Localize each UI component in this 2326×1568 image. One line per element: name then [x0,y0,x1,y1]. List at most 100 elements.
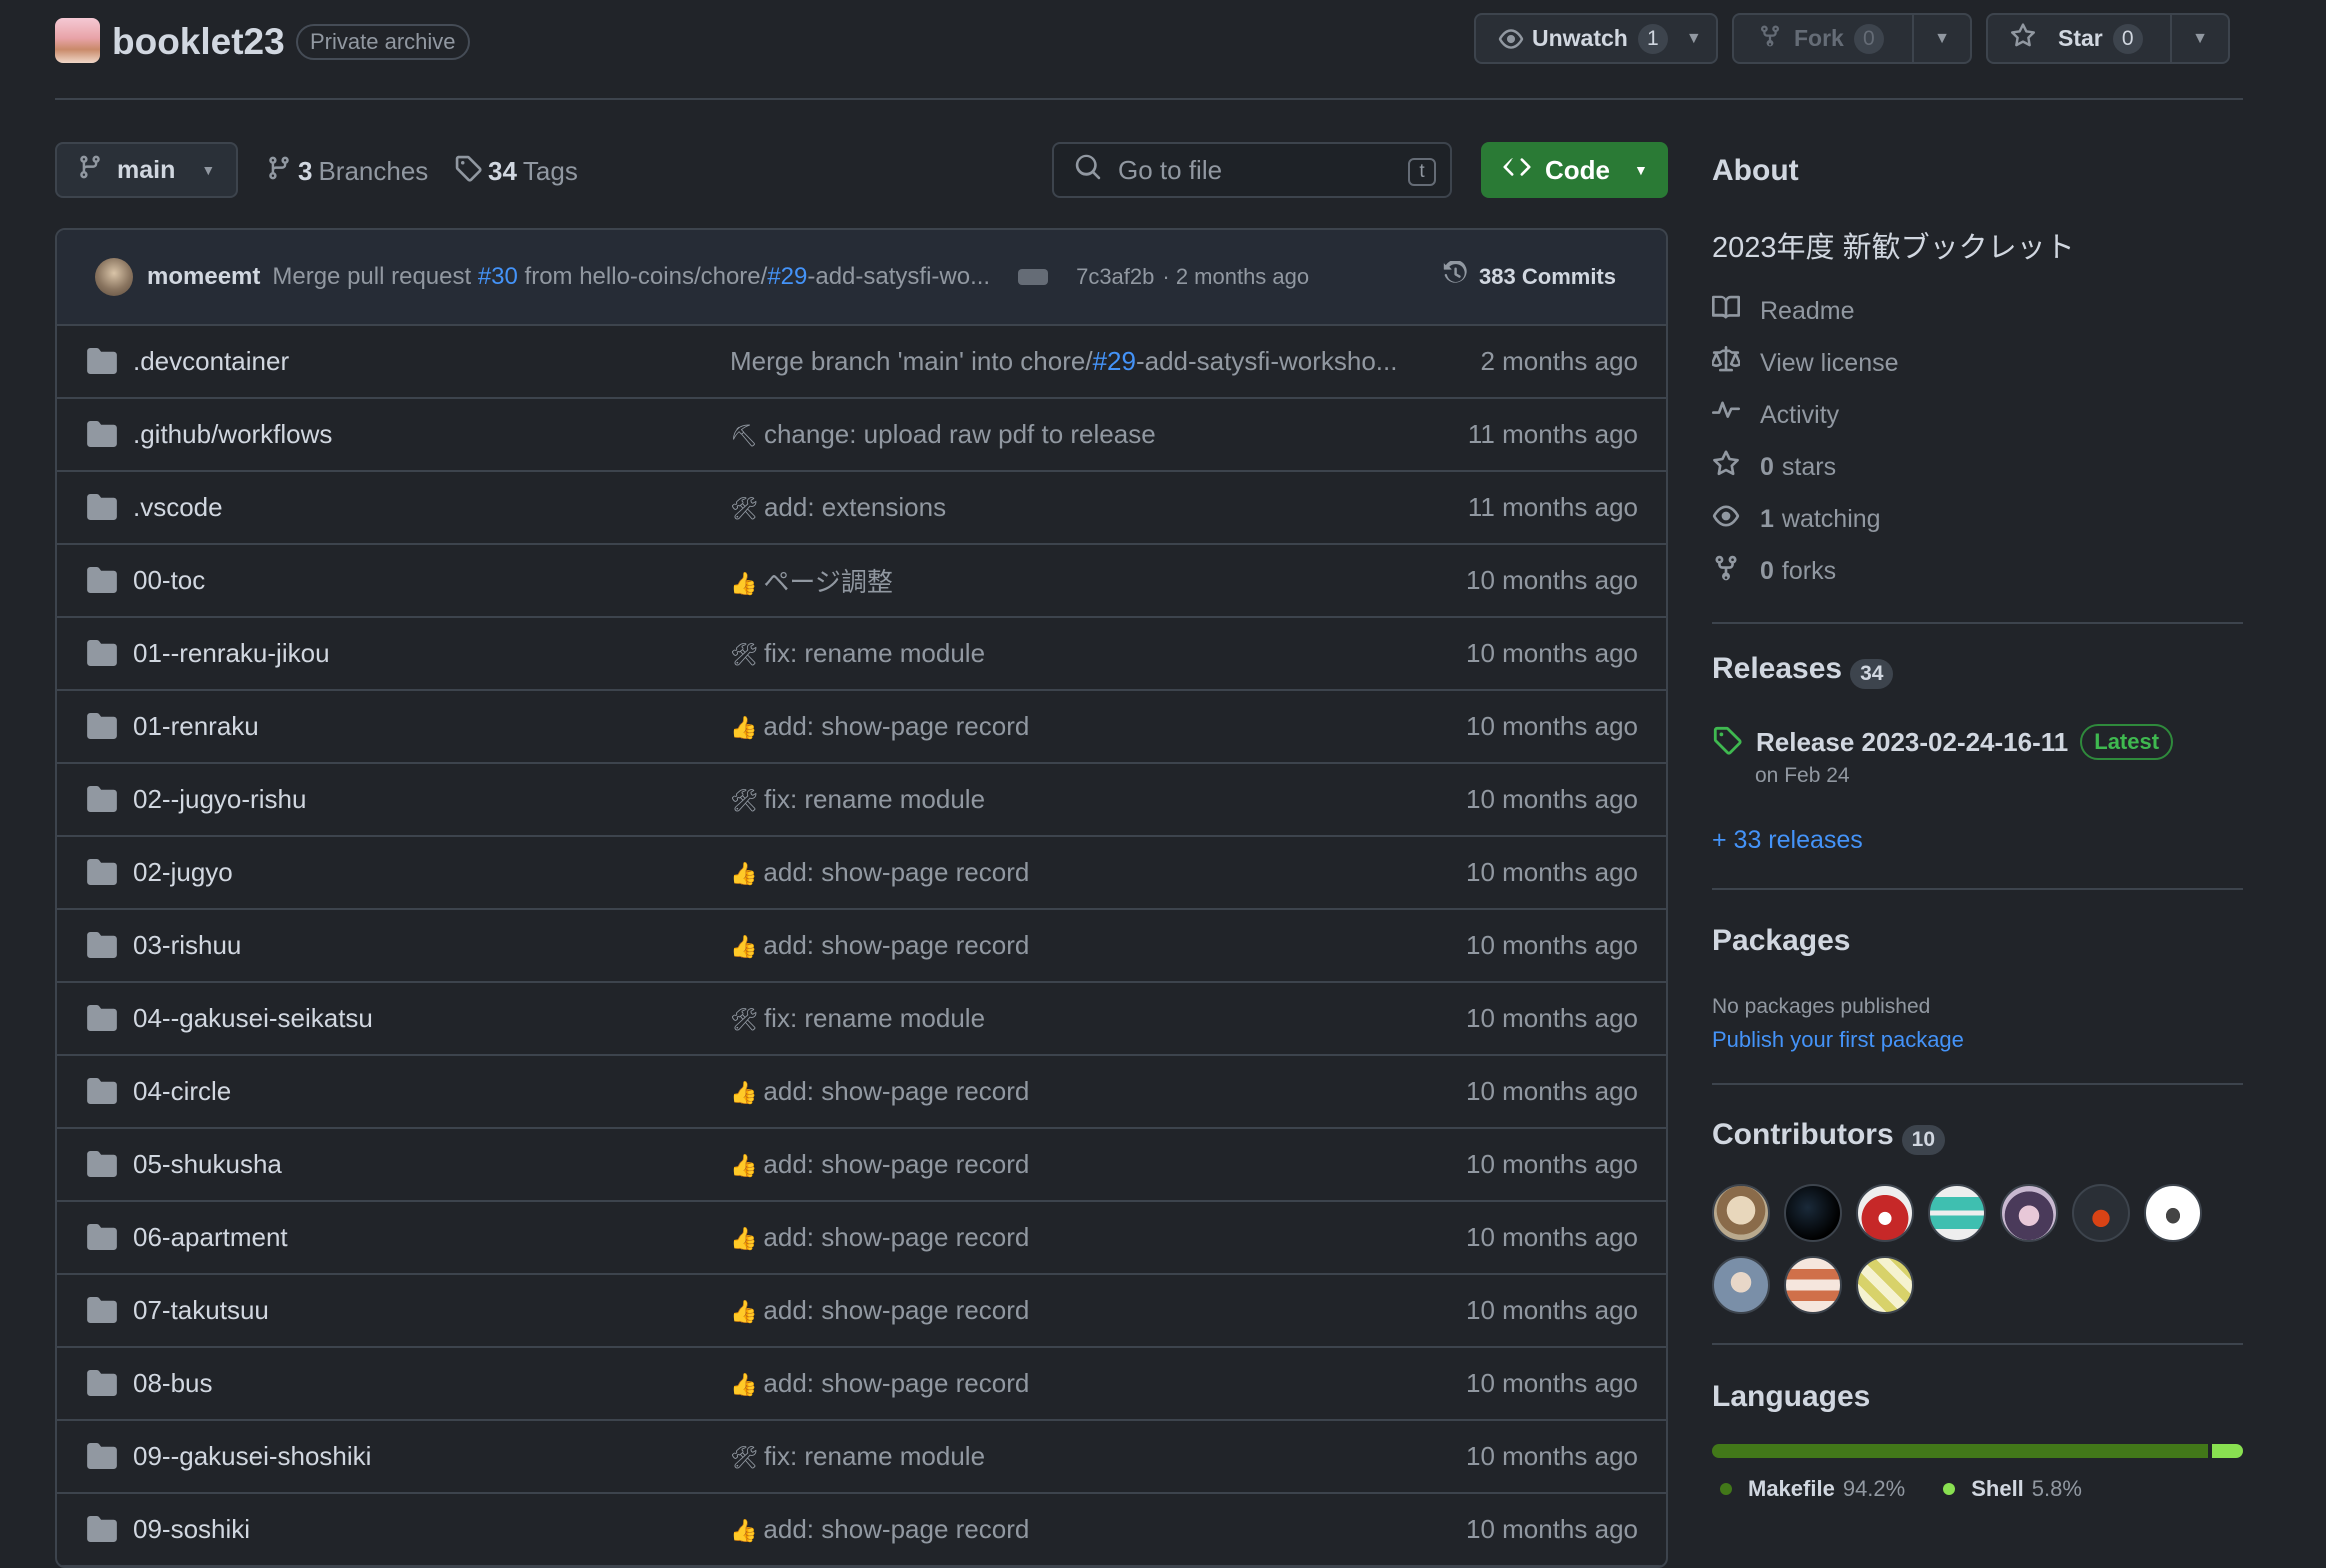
commit-message[interactable]: ⛏ change: upload raw pdf to release [730,419,1156,450]
commit-message[interactable]: 👍 add: show-page record [730,1514,1029,1545]
commit-author[interactable]: momeemt [147,263,260,291]
language-item[interactable]: Makefile 94.2% [1712,1476,1905,1502]
star-dropdown[interactable]: ▼ [2170,15,2228,62]
file-row[interactable]: 09-soshiki 👍 add: show-page record 10 month… [57,1494,1666,1566]
language-item[interactable]: Shell 5.8% [1935,1476,2082,1502]
file-row[interactable]: 01--renraku-jikou 🛠 fix: rename module 10 m… [57,618,1666,691]
contributor-avatar[interactable] [1784,1256,1842,1314]
file-name[interactable]: 09--gakusei-shoshiki [133,1441,371,1472]
file-name[interactable]: .github/workflows [133,419,332,450]
go-to-file-input[interactable]: Go to file t [1052,142,1452,198]
commit-message[interactable]: 👍 add: show-page record [730,1149,1029,1180]
file-row[interactable]: 01-renraku 👍 add: show-page record 10 month… [57,691,1666,764]
repo-name[interactable]: booklet23 [112,18,285,66]
latest-release[interactable]: Release 2023-02-24-16-11 Latest [1712,724,2174,760]
activity-link[interactable]: Activity [1712,389,2243,441]
commit-time[interactable]: 10 months ago [1466,1295,1638,1326]
more-releases-link[interactable]: + 33 releases [1712,826,1863,855]
file-name[interactable]: 03-rishuu [133,930,241,961]
commit-message[interactable]: 🛠 fix: rename module [730,784,985,815]
contributor-avatar[interactable] [1784,1184,1842,1242]
commit-message[interactable]: 🛠 fix: rename module [730,1003,985,1034]
file-row[interactable]: 02--jugyo-rishu 🛠 fix: rename module 10 mon… [57,764,1666,837]
code-button[interactable]: Code ▼ [1481,142,1668,198]
file-row[interactable]: 08-bus 👍 add: show-page record 10 months ag… [57,1348,1666,1421]
file-name[interactable]: 06-apartment [133,1222,288,1253]
file-row[interactable]: .github/workflows ⛏ change: upload raw pdf… [57,399,1666,472]
commit-message[interactable]: Merge branch 'main' into chore/#29-add-s… [730,346,1397,377]
commit-time[interactable]: 10 months ago [1466,1003,1638,1034]
fork-dropdown[interactable]: ▼ [1912,15,1970,62]
file-name[interactable]: 04-circle [133,1076,231,1107]
file-row[interactable]: 03-rishuu 👍 add: show-page record 10 months… [57,910,1666,983]
file-row[interactable]: 09--gakusei-shoshiki 🛠 fix: rename module 1… [57,1421,1666,1494]
commit-time[interactable]: 11 months ago [1468,419,1638,450]
readme-link[interactable]: Readme [1712,285,2243,337]
commit-time[interactable]: 10 months ago [1466,784,1638,815]
forks-link[interactable]: 0 forks [1712,545,2243,597]
file-row[interactable]: 06-apartment 👍 add: show-page record 10 mon… [57,1202,1666,1275]
contributor-avatar[interactable] [1712,1256,1770,1314]
file-name[interactable]: 02--jugyo-rishu [133,784,306,815]
file-name[interactable]: 09-soshiki [133,1514,250,1545]
chevron-down-icon[interactable]: ▼ [1686,30,1702,48]
unwatch-button[interactable]: Unwatch 1 ▼ [1474,13,1718,64]
file-name[interactable]: 01--renraku-jikou [133,638,330,669]
commit-message[interactable]: 🛠 fix: rename module [730,1441,985,1472]
file-name[interactable]: 04--gakusei-seikatsu [133,1003,373,1034]
commit-message[interactable]: 👍 add: show-page record [730,857,1029,888]
packages-heading[interactable]: Packages [1712,924,1850,958]
commit-message[interactable]: 👍 add: show-page record [730,711,1029,742]
commit-time[interactable]: 10 months ago [1466,1368,1638,1399]
file-name[interactable]: 00-toc [133,565,205,596]
commit-time[interactable]: 10 months ago [1466,638,1638,669]
commit-hash[interactable]: 7c3af2b [1076,264,1154,290]
commit-time[interactable]: 10 months ago [1466,1222,1638,1253]
commit-time[interactable]: 2 months ago [1480,346,1638,377]
commit-message[interactable]: 🛠 add: extensions [730,492,946,523]
file-name[interactable]: .devcontainer [133,346,289,377]
watching-link[interactable]: 1 watching [1712,493,2243,545]
commits-link[interactable]: 383 Commits [1443,259,1616,293]
commit-message[interactable]: 👍 add: show-page record [730,1076,1029,1107]
commit-time[interactable]: 11 months ago [1468,492,1638,523]
file-row[interactable]: 07-takutsuu 👍 add: show-page record 10 mont… [57,1275,1666,1348]
expand-commit-button[interactable] [1018,269,1049,285]
contributor-avatar[interactable] [1856,1256,1914,1314]
file-name[interactable]: 07-takutsuu [133,1295,269,1326]
license-link[interactable]: View license [1710,337,2243,389]
commit-time[interactable]: 10 months ago [1466,1076,1638,1107]
contributor-avatar[interactable] [1712,1184,1770,1242]
file-name[interactable]: 05-shukusha [133,1149,282,1180]
file-name[interactable]: 02-jugyo [133,857,233,888]
commit-message[interactable]: Merge pull request #30 from hello-coins/… [272,263,990,291]
contributor-avatar[interactable] [1856,1184,1914,1242]
commit-time[interactable]: 10 months ago [1466,1149,1638,1180]
commit-time[interactable]: 10 months ago [1466,857,1638,888]
commit-message[interactable]: 👍 ページ調整 [730,562,893,599]
contributor-avatar[interactable] [1928,1184,1986,1242]
file-row[interactable]: 00-toc 👍 ページ調整 10 months ago [57,545,1666,618]
commit-time[interactable]: 10 months ago [1466,930,1638,961]
file-row[interactable]: .vscode 🛠 add: extensions 11 months ago [57,472,1666,545]
contributors-heading[interactable]: Contributors 10 [1712,1118,1945,1155]
releases-heading[interactable]: Releases 34 [1712,652,1894,689]
file-row[interactable]: 02-jugyo 👍 add: show-page record 10 months … [57,837,1666,910]
repo-avatar[interactable] [55,18,100,63]
commit-message[interactable]: 👍 add: show-page record [730,930,1029,961]
contributor-avatar[interactable] [2144,1184,2202,1242]
commit-time[interactable]: 10 months ago [1466,1514,1638,1545]
branch-select-button[interactable]: main ▼ [55,142,238,198]
star-button[interactable]: Star 0 [1988,22,2170,55]
file-row[interactable]: 04-circle 👍 add: show-page record 10 months… [57,1056,1666,1129]
stars-link[interactable]: 0 stars [1712,441,2243,493]
commit-message[interactable]: 👍 add: show-page record [730,1222,1029,1253]
file-row[interactable]: 04--gakusei-seikatsu 🛠 fix: rename module 1… [57,983,1666,1056]
file-name[interactable]: 01-renraku [133,711,259,742]
file-name[interactable]: 08-bus [133,1368,213,1399]
tags-link[interactable]: 34 Tags [454,153,578,189]
commit-time[interactable]: 10 months ago [1466,1441,1638,1472]
commit-time[interactable]: 10 months ago [1466,565,1638,596]
file-row[interactable]: 05-shukusha 👍 add: show-page record 10 mont… [57,1129,1666,1202]
file-row[interactable]: .devcontainer Merge branch 'main' into ch… [57,326,1666,399]
